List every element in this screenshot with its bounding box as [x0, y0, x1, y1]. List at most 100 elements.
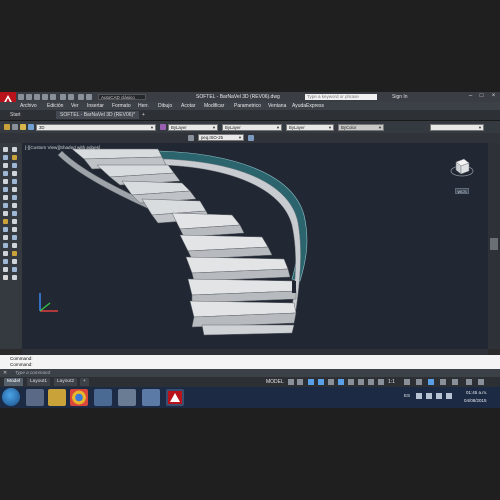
sign-in-link[interactable]: Sign In	[392, 93, 408, 101]
close-icon[interactable]: ✕	[3, 369, 7, 377]
drawing-viewport[interactable]: [-][Custom View][Shaded with edges] WCS	[22, 143, 488, 349]
scale-icon[interactable]	[12, 195, 17, 200]
spline-icon[interactable]	[3, 203, 8, 208]
workspace-select[interactable]: AutoCAD clásico	[98, 94, 146, 100]
linetype-dropdown[interactable]: ByLayer ▼	[222, 124, 282, 131]
insert-block-icon[interactable]	[3, 219, 8, 224]
menu-express[interactable]: Express	[306, 102, 324, 110]
annotation-visibility-icon[interactable]	[378, 379, 384, 385]
mirror-icon[interactable]	[12, 163, 17, 168]
hardware-acceleration-icon[interactable]	[440, 379, 446, 385]
layer-properties-icon[interactable]	[4, 124, 10, 130]
maximize-icon[interactable]: □	[477, 93, 486, 100]
menu-modificar[interactable]: Modificar	[204, 102, 224, 110]
polyline-icon[interactable]	[3, 155, 8, 160]
command-input[interactable]: Type a command	[15, 369, 50, 377]
autocad-taskbar-icon[interactable]	[166, 389, 184, 406]
extend-icon[interactable]	[12, 219, 17, 224]
save-icon[interactable]	[34, 94, 40, 100]
revcloud-icon[interactable]	[3, 195, 8, 200]
gradient-icon[interactable]	[3, 251, 8, 256]
undo-icon[interactable]	[60, 94, 66, 100]
tab-drawing[interactable]: SOFTEL - BarNaVel 3D (REV06)*	[56, 111, 140, 119]
layer-state-icon[interactable]	[12, 124, 18, 130]
menu-dibujo[interactable]: Dibujo	[158, 102, 172, 110]
new-tab-plus-icon[interactable]: +	[140, 111, 147, 119]
properties-icon[interactable]	[12, 275, 17, 280]
search-input[interactable]: Type a keyword or phrase	[305, 94, 377, 100]
plot-icon[interactable]	[50, 94, 56, 100]
object-snap-tracking-icon[interactable]	[338, 379, 344, 385]
menu-edicion[interactable]: Edición	[47, 102, 63, 110]
redo-icon[interactable]	[68, 94, 74, 100]
show-hidden-icons-icon[interactable]	[416, 393, 422, 399]
array-icon[interactable]	[12, 179, 17, 184]
rectangle-icon[interactable]	[3, 171, 8, 176]
offset-icon[interactable]	[12, 171, 17, 176]
mtext-icon[interactable]	[3, 275, 8, 280]
gear-icon[interactable]	[86, 94, 92, 100]
volume-icon[interactable]	[436, 393, 442, 399]
lineweight-dropdown[interactable]: ByLayer ▼	[286, 124, 334, 131]
join-icon[interactable]	[12, 235, 17, 240]
point-icon[interactable]	[3, 235, 8, 240]
tab-start[interactable]: Start	[6, 111, 25, 119]
lineweight-icon[interactable]	[358, 379, 364, 385]
media-player-icon[interactable]	[26, 389, 44, 406]
make-block-icon[interactable]	[3, 227, 8, 232]
tab-layout2[interactable]: Layout2	[54, 378, 78, 386]
new-icon[interactable]	[18, 94, 24, 100]
language-indicator[interactable]: ES	[404, 393, 410, 398]
scroll-thumb[interactable]	[490, 238, 498, 250]
model-space-toggle[interactable]: MODEL	[266, 378, 284, 386]
file-explorer-icon[interactable]	[48, 389, 66, 406]
customization-icon[interactable]	[466, 379, 472, 385]
fillet-icon[interactable]	[12, 251, 17, 256]
menu-acotar[interactable]: Acotar	[181, 102, 195, 110]
copy-icon[interactable]	[12, 155, 17, 160]
add-layout-plus-icon[interactable]: +	[80, 378, 89, 386]
windows-start-icon[interactable]	[2, 388, 20, 406]
vertical-scrollbar[interactable]	[488, 143, 500, 349]
dimstyle-icon[interactable]	[188, 135, 194, 141]
plus-icon[interactable]	[416, 379, 422, 385]
chamfer-icon[interactable]	[12, 243, 17, 248]
menu-icon[interactable]	[478, 379, 484, 385]
arc-icon[interactable]	[3, 179, 8, 184]
move-icon[interactable]	[12, 147, 17, 152]
ortho-icon[interactable]	[308, 379, 314, 385]
hatch-icon[interactable]	[3, 243, 8, 248]
save-as-icon[interactable]	[42, 94, 48, 100]
tab-layout1[interactable]: Layout1	[27, 378, 51, 386]
close-icon[interactable]: ×	[489, 93, 498, 100]
stretch-icon[interactable]	[12, 203, 17, 208]
chrome-icon[interactable]	[70, 389, 88, 406]
dimstyle-dropdown[interactable]: peq.ISO-25 ▼	[198, 134, 244, 141]
clock-date[interactable]: 04/08/2015	[464, 398, 487, 403]
ellipse-icon[interactable]	[3, 211, 8, 216]
gear-icon[interactable]	[404, 379, 410, 385]
menu-formato[interactable]: Formato	[112, 102, 131, 110]
table-icon[interactable]	[3, 267, 8, 272]
grid-icon[interactable]	[288, 379, 294, 385]
app-icon[interactable]	[94, 389, 112, 406]
break-icon[interactable]	[12, 227, 17, 232]
polygon-icon[interactable]	[3, 163, 8, 168]
rotate-icon[interactable]	[12, 187, 17, 192]
isolate-objects-icon[interactable]	[428, 379, 434, 385]
explode-icon[interactable]	[12, 259, 17, 264]
menu-ayuda[interactable]: Ayuda	[292, 102, 306, 110]
wcs-menu[interactable]: WCS	[455, 188, 469, 194]
clock-time[interactable]: 01:45 a.m.	[466, 390, 487, 395]
clean-screen-icon[interactable]	[452, 379, 458, 385]
tablestyle-icon[interactable]	[248, 135, 254, 141]
tab-model[interactable]: Model	[4, 378, 24, 386]
menu-ver[interactable]: Ver	[71, 102, 79, 110]
polar-icon[interactable]	[318, 379, 324, 385]
menu-herr[interactable]: Herr.	[138, 102, 149, 110]
viewport-controls-label[interactable]: [-][Custom View][Shaded with edges]	[25, 145, 100, 150]
transparency-icon[interactable]	[368, 379, 374, 385]
view-dropdown[interactable]: ▼	[430, 124, 484, 131]
share-icon[interactable]	[78, 94, 84, 100]
region-icon[interactable]	[3, 259, 8, 264]
